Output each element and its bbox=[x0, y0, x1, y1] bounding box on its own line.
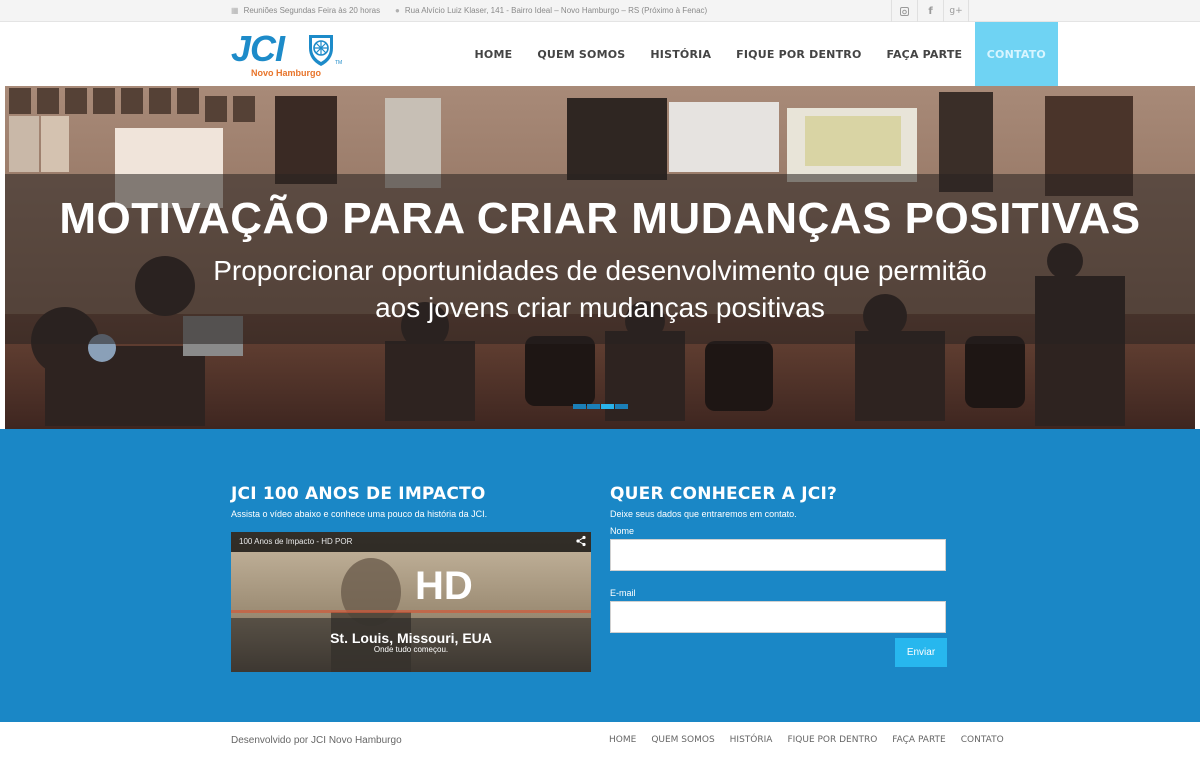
share-icon[interactable] bbox=[575, 535, 587, 547]
top-bar: ▦ Reuniões Segundas Feira às 20 horas ● … bbox=[0, 0, 1200, 22]
hero-title: MOTIVAÇÃO PARA CRIAR MUDANÇAS POSITIVAS bbox=[59, 194, 1141, 243]
site-header: JCI Novo Hamburgo TM HOME QUEM SOMOS HIS… bbox=[0, 22, 1200, 86]
form-section-description: Deixe seus dados que entraremos em conta… bbox=[610, 509, 797, 519]
map-pin-icon: ● bbox=[395, 6, 400, 15]
nav-item-historia[interactable]: HISTÓRIA bbox=[638, 22, 724, 86]
meeting-info: ▦ Reuniões Segundas Feira às 20 horas bbox=[231, 6, 380, 15]
video-player[interactable]: 100 Anos de Impacto - HD POR HD St. Loui… bbox=[231, 532, 591, 672]
trademark: TM bbox=[335, 60, 343, 66]
name-field[interactable] bbox=[610, 539, 946, 571]
slider-dot[interactable] bbox=[587, 404, 600, 409]
slider-dot[interactable] bbox=[573, 404, 586, 409]
calendar-icon: ▦ bbox=[231, 6, 239, 15]
video-title[interactable]: 100 Anos de Impacto - HD POR bbox=[239, 537, 352, 546]
footer-nav-fique-por-dentro[interactable]: FIQUE POR DENTRO bbox=[787, 735, 877, 745]
address-info: ● Rua Alvício Luiz Klaser, 141 - Bairro … bbox=[395, 6, 707, 15]
instagram-icon[interactable] bbox=[891, 0, 917, 22]
content-section: JCI 100 ANOS DE IMPACTO Assista o vídeo … bbox=[0, 429, 1200, 722]
video-subcaption: Onde tudo começou. bbox=[373, 645, 449, 654]
main-nav: HOME QUEM SOMOS HISTÓRIA FIQUE POR DENTR… bbox=[462, 22, 1058, 86]
email-field[interactable] bbox=[610, 601, 946, 633]
hero-slider: MOTIVAÇÃO PARA CRIAR MUDANÇAS POSITIVAS … bbox=[5, 86, 1195, 429]
site-footer: Desenvolvido por JCI Novo Hamburgo HOME … bbox=[0, 722, 1200, 765]
hero-lead-line-1: Proporcionar oportunidades de desenvolvi… bbox=[213, 255, 987, 286]
form-section-title: QUER CONHECER A JCI? bbox=[610, 484, 838, 504]
footer-credit: Desenvolvido por JCI Novo Hamburgo bbox=[231, 735, 402, 746]
jci-emblem-icon bbox=[309, 35, 333, 66]
nav-item-quem-somos[interactable]: QUEM SOMOS bbox=[525, 22, 638, 86]
email-label: E-mail bbox=[610, 588, 636, 598]
name-label: Nome bbox=[610, 526, 635, 536]
address-text: Rua Alvício Luiz Klaser, 141 - Bairro Id… bbox=[404, 6, 708, 15]
hero-lead-line-2: aos jovens criar mudanças positivas bbox=[375, 292, 825, 323]
video-section-description: Assista o vídeo abaixo e conhece uma pou… bbox=[231, 509, 488, 519]
nav-item-contato[interactable]: CONTATO bbox=[974, 22, 1058, 86]
google-plus-icon[interactable]: g+ bbox=[943, 0, 969, 22]
footer-nav-historia[interactable]: HISTÓRIA bbox=[730, 735, 773, 745]
footer-nav-quem-somos[interactable]: QUEM SOMOS bbox=[651, 735, 714, 745]
nav-item-fique-por-dentro[interactable]: FIQUE POR DENTRO bbox=[724, 22, 874, 86]
footer-nav: HOME QUEM SOMOS HISTÓRIA FIQUE POR DENTR… bbox=[609, 735, 1019, 745]
slider-dot-active[interactable] bbox=[601, 404, 614, 409]
video-section-title: JCI 100 ANOS DE IMPACTO bbox=[231, 484, 486, 504]
slider-dot[interactable] bbox=[615, 404, 628, 409]
footer-nav-contato[interactable]: CONTATO bbox=[961, 735, 1004, 745]
video-hd-label: HD bbox=[415, 564, 473, 608]
hero-lead: Proporcionar oportunidades de desenvolvi… bbox=[5, 252, 1195, 326]
logo-text: JCI bbox=[231, 28, 285, 69]
nav-item-faca-parte[interactable]: FAÇA PARTE bbox=[874, 22, 975, 86]
video-caption: St. Louis, Missouri, EUA bbox=[330, 630, 492, 646]
social-links: f g+ bbox=[891, 0, 969, 22]
slider-dots bbox=[573, 404, 628, 409]
logo-subtitle: Novo Hamburgo bbox=[251, 68, 322, 78]
footer-nav-faca-parte[interactable]: FAÇA PARTE bbox=[892, 735, 945, 745]
submit-button[interactable]: Enviar bbox=[895, 638, 947, 667]
logo[interactable]: JCI Novo Hamburgo TM bbox=[231, 28, 343, 78]
footer-nav-home[interactable]: HOME bbox=[609, 735, 636, 745]
nav-item-home[interactable]: HOME bbox=[462, 22, 525, 86]
meeting-text: Reuniões Segundas Feira às 20 horas bbox=[243, 6, 381, 15]
facebook-icon[interactable]: f bbox=[917, 0, 943, 22]
